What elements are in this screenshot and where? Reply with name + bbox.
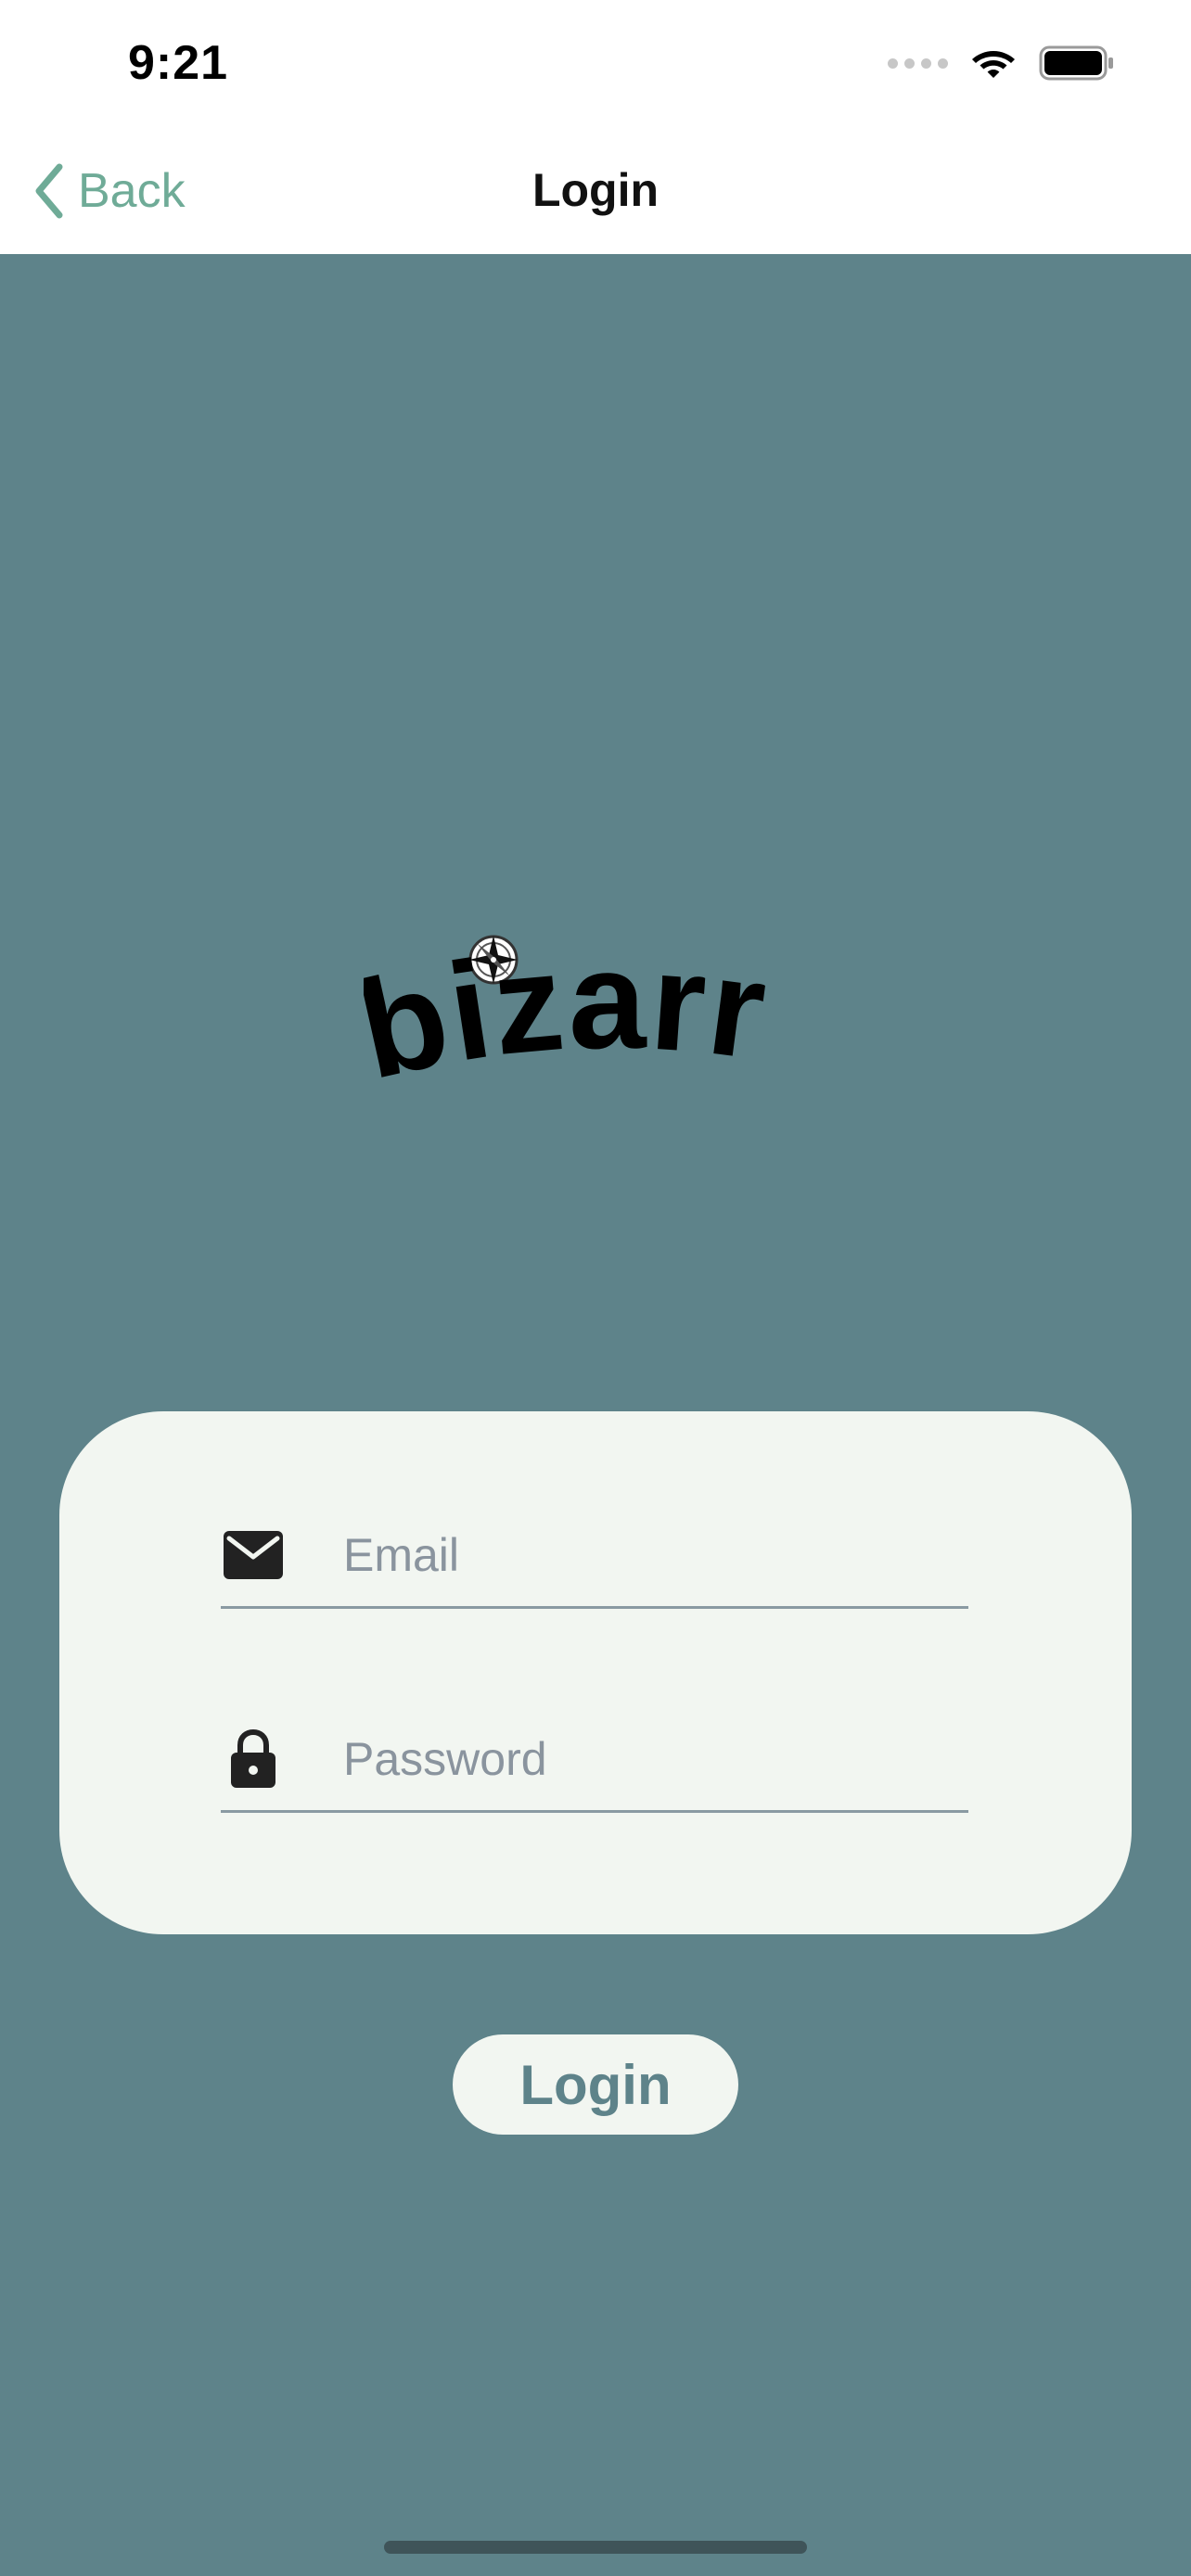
status-icons xyxy=(888,45,1115,82)
email-field xyxy=(221,1504,968,1609)
status-bar: 9:21 xyxy=(0,0,1191,130)
email-input[interactable] xyxy=(343,1518,937,1592)
battery-icon xyxy=(1039,45,1113,81)
password-input[interactable] xyxy=(343,1722,937,1796)
status-time: 9:21 xyxy=(128,36,229,90)
wifi-icon xyxy=(972,51,1015,78)
bizarr-logo: bizarr xyxy=(364,923,776,1108)
home-indicator xyxy=(384,2541,807,2554)
password-field xyxy=(221,1708,968,1813)
page-title: Login xyxy=(531,164,660,216)
login-form-card xyxy=(59,1411,1132,1934)
login-screen: 9:21 Back Login izarr Email Login xyxy=(0,0,1191,2576)
envelope-icon xyxy=(221,1523,286,1588)
login-button[interactable]: Login xyxy=(453,2034,738,2135)
lock-icon xyxy=(221,1727,286,1792)
signal-dots-icon xyxy=(888,57,948,69)
logo-wordmark: bizarr xyxy=(364,923,776,1108)
navigation-bar: Back Login xyxy=(0,130,1191,254)
